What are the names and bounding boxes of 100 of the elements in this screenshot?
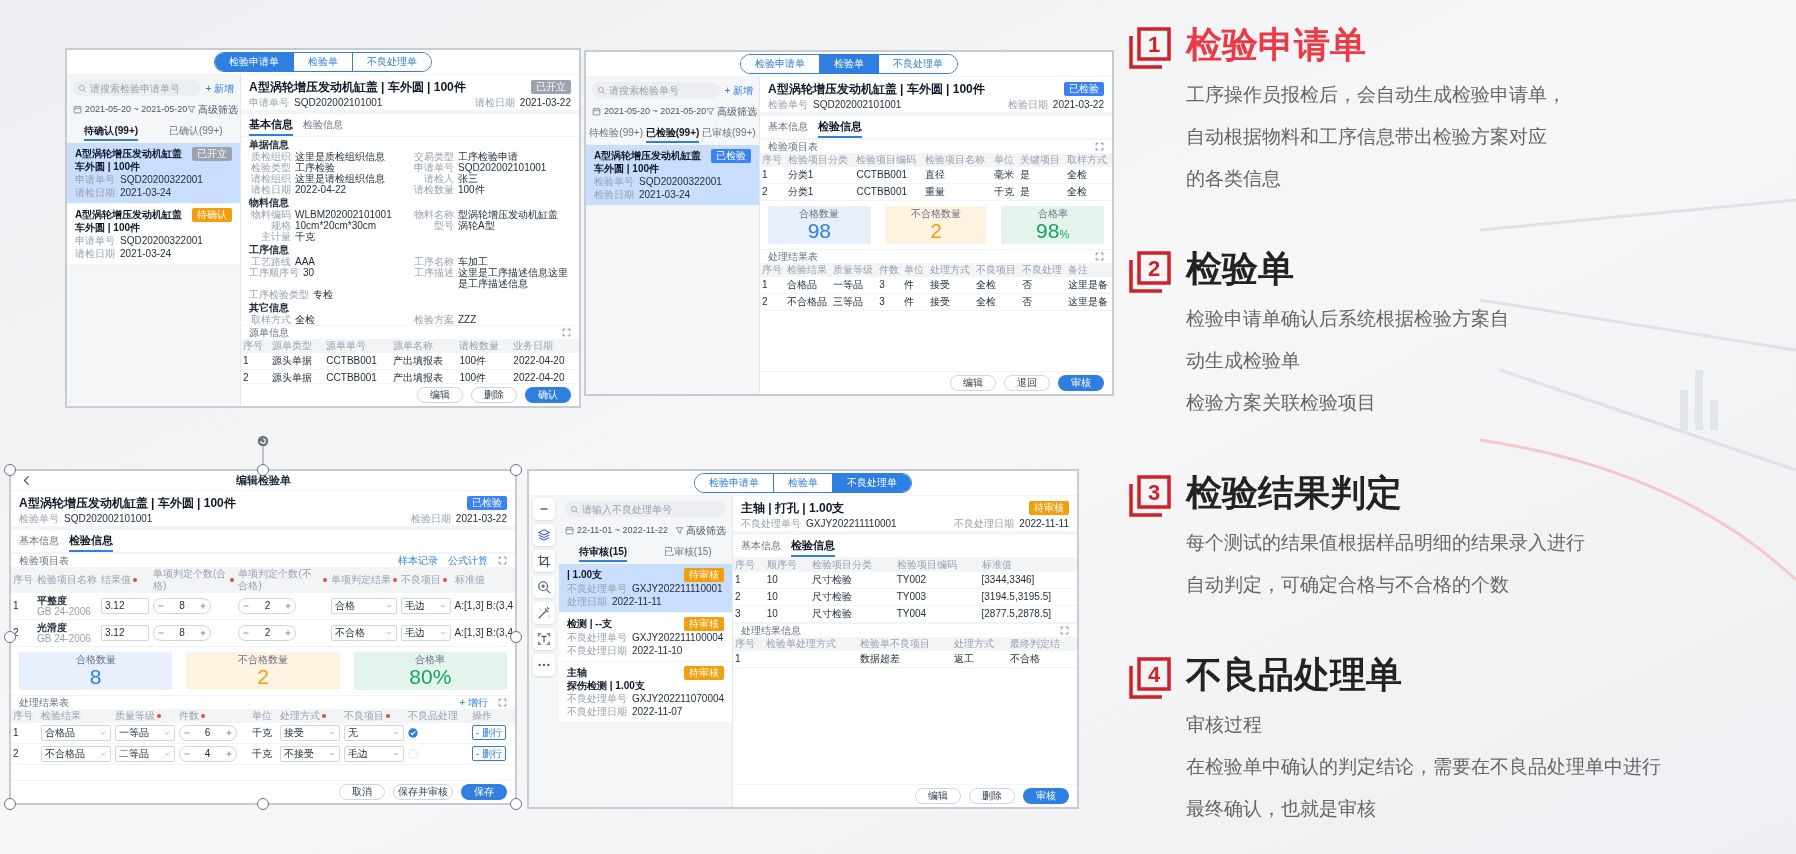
detail-tab[interactable]: 基本信息 (741, 537, 781, 557)
delete-row-button[interactable]: - 删行 (471, 746, 506, 761)
table-cell: A:[1,3] B:(3,4 (454, 599, 513, 611)
list-tab[interactable]: 待检验(99+) (589, 125, 643, 143)
list-card[interactable]: A型涡轮增压发动机缸盖 车外圆 | 100件 已检验 检验单号 SQD20200322001 检验日期 2021-03-24 (586, 145, 759, 206)
status-badge: 待审核 (1029, 501, 1069, 515)
list-tab[interactable]: 已确认(99+) (168, 123, 223, 141)
list-card[interactable]: A型涡轮增压发动机缸盖 车外圆 | 100件 待确认 申请单号 SQD20200322001 请检日期 2021-03-24 (67, 204, 240, 265)
table-link[interactable]: 样本记录 (398, 552, 438, 568)
module-tab[interactable]: 不良处理单 (352, 53, 431, 71)
value-input[interactable]: 3.12 (101, 597, 149, 614)
detail-tab[interactable]: 检验信息 (69, 532, 113, 552)
table-title: 处理结果表 (19, 695, 69, 710)
table-cell: 毫米 (993, 168, 1014, 180)
select-field[interactable]: 合格品 (41, 724, 111, 741)
detail-tab[interactable]: 检验信息 (791, 537, 835, 557)
resize-handle[interactable] (510, 464, 522, 476)
detail-tab[interactable]: 检验信息 (303, 116, 343, 136)
select-field[interactable]: 接受 (280, 724, 341, 741)
detail-tab[interactable]: 基本信息 (249, 116, 293, 136)
list-tab[interactable]: 待审核(15) (579, 544, 628, 562)
field-label: 检验单号 (594, 176, 634, 188)
list-card[interactable]: 主轴 探伤检测 | 1.00支 待审核 不良处理单号 GXJY202211070004 不良处理日期 2022-11-07 (559, 662, 732, 723)
select-field[interactable]: 毛边 (400, 597, 451, 614)
select-field[interactable]: 不合格 (330, 624, 397, 641)
list-card[interactable]: 检测 | --支 待审核 不良处理单号 GXJY202211100004 不良处理日期 2022-11-10 (559, 613, 732, 662)
column-header: 单项判定个数(合格) (153, 567, 228, 592)
filter-button[interactable]: 高级筛选 (706, 104, 758, 119)
detail-tab[interactable]: 检验信息 (818, 118, 862, 138)
primary-button[interactable]: 保存 (461, 784, 507, 800)
module-tab[interactable]: 不良处理单 (832, 474, 911, 492)
select-field[interactable]: 二等品 (114, 745, 175, 762)
checkbox[interactable] (408, 727, 418, 738)
field-label: 请检组织 (250, 172, 291, 184)
resize-handle[interactable] (510, 631, 522, 643)
search-field[interactable]: 请搜索检验单号 (592, 82, 721, 98)
field-label: 不良处理单号 (567, 693, 627, 705)
search-field[interactable]: 请搜索检验申请单号 (73, 80, 202, 96)
primary-button[interactable]: 审核 (1023, 788, 1069, 804)
module-tab[interactable]: 检验申请单 (215, 53, 293, 71)
field-value: 2021-03-22 (1052, 98, 1104, 112)
date-range[interactable]: 22-11-01 ~ 2022-11-22 (577, 523, 668, 538)
module-tab[interactable]: 不良处理单 (878, 55, 957, 73)
date-range[interactable]: 2021-05-20 ~ 2021-05-20 (604, 104, 707, 119)
select-field[interactable]: 毛边 (344, 745, 404, 762)
list-tab[interactable]: 已审核(99+) (702, 125, 756, 143)
status-badge: 已检验 (467, 496, 507, 510)
module-tab[interactable]: 检验单 (819, 55, 878, 73)
select-field[interactable]: 毛边 (400, 624, 451, 641)
search-field[interactable]: 请输入不良处理单号 (565, 501, 726, 517)
select-field[interactable]: 无 (344, 724, 404, 741)
table-cell: 否 (1021, 296, 1032, 307)
add-link[interactable]: + 新增 (205, 80, 234, 96)
more-icon[interactable] (533, 654, 555, 676)
crop-icon[interactable] (533, 550, 555, 572)
column-header: 检验项目分类 (787, 153, 848, 166)
table-title: 检验项目表 (768, 139, 818, 154)
table-cell: 2 (762, 185, 768, 197)
checkbox[interactable] (408, 748, 418, 759)
resize-handle[interactable] (4, 464, 16, 476)
column-header: 不良处理 (1021, 264, 1062, 276)
filter-button[interactable]: 高级筛选 (187, 102, 239, 117)
table-link[interactable]: + 增行 (459, 694, 488, 710)
list-card[interactable]: | 1.00支 待审核 不良处理单号 GXJY202211110001 处理日期 2022-11-11 (559, 564, 732, 613)
select-field[interactable]: 不接受 (280, 745, 341, 762)
record-title: 主轴 | 打孔 | 1.00支 (741, 500, 845, 517)
detail-tab[interactable]: 基本信息 (768, 118, 808, 138)
resize-handle[interactable] (4, 798, 16, 810)
detail-tab[interactable]: 基本信息 (19, 532, 59, 552)
select-field[interactable]: 不合格品 (41, 745, 111, 762)
feature-description: 自动根据物料和工序信息带出检验方案对应 (1186, 125, 1548, 149)
magic-wand-icon[interactable] (533, 602, 555, 624)
table-link[interactable]: 公式计算 (448, 552, 488, 568)
resize-handle[interactable] (257, 464, 269, 476)
primary-button[interactable]: 确认 (525, 387, 571, 403)
select-field[interactable]: 一等品 (114, 724, 175, 741)
list-card[interactable]: A型涡轮增压发动机缸盖 车外圆 | 100件 已开立 申请单号 SQD20200322001 请检日期 2021-03-24 (67, 143, 240, 204)
filter-button[interactable]: 高级筛选 (675, 523, 726, 538)
required-mark (230, 577, 235, 582)
primary-button[interactable]: 审核 (1058, 375, 1104, 391)
list-tab[interactable]: 已检验(99+) (645, 125, 700, 143)
zoom-out-icon[interactable] (533, 498, 555, 520)
field-label: 工序名称 (413, 255, 454, 267)
delete-row-button[interactable]: - 删行 (471, 725, 506, 740)
zoom-in-icon[interactable] (533, 576, 555, 598)
layers-icon[interactable] (533, 524, 555, 546)
stat-value: 98 (1036, 219, 1060, 242)
list-tab[interactable]: 已审核(15) (663, 544, 712, 562)
date-range[interactable]: 2021-05-20 ~ 2021-05-20 (85, 102, 188, 117)
filter-icon (187, 105, 197, 114)
add-link[interactable]: + 新增 (724, 82, 753, 98)
value-input[interactable]: 3.12 (101, 624, 149, 641)
resize-handle[interactable] (510, 798, 522, 810)
column-header: 质量等级 (833, 264, 874, 276)
column-header: 标准值 (454, 573, 485, 586)
list-tab[interactable]: 待确认(99+) (84, 123, 139, 141)
rotate-handle-icon[interactable] (255, 435, 271, 465)
select-field[interactable]: 合格 (330, 597, 397, 614)
text-scan-icon[interactable] (533, 628, 555, 650)
table-cell: CCTBB001 (856, 185, 907, 197)
